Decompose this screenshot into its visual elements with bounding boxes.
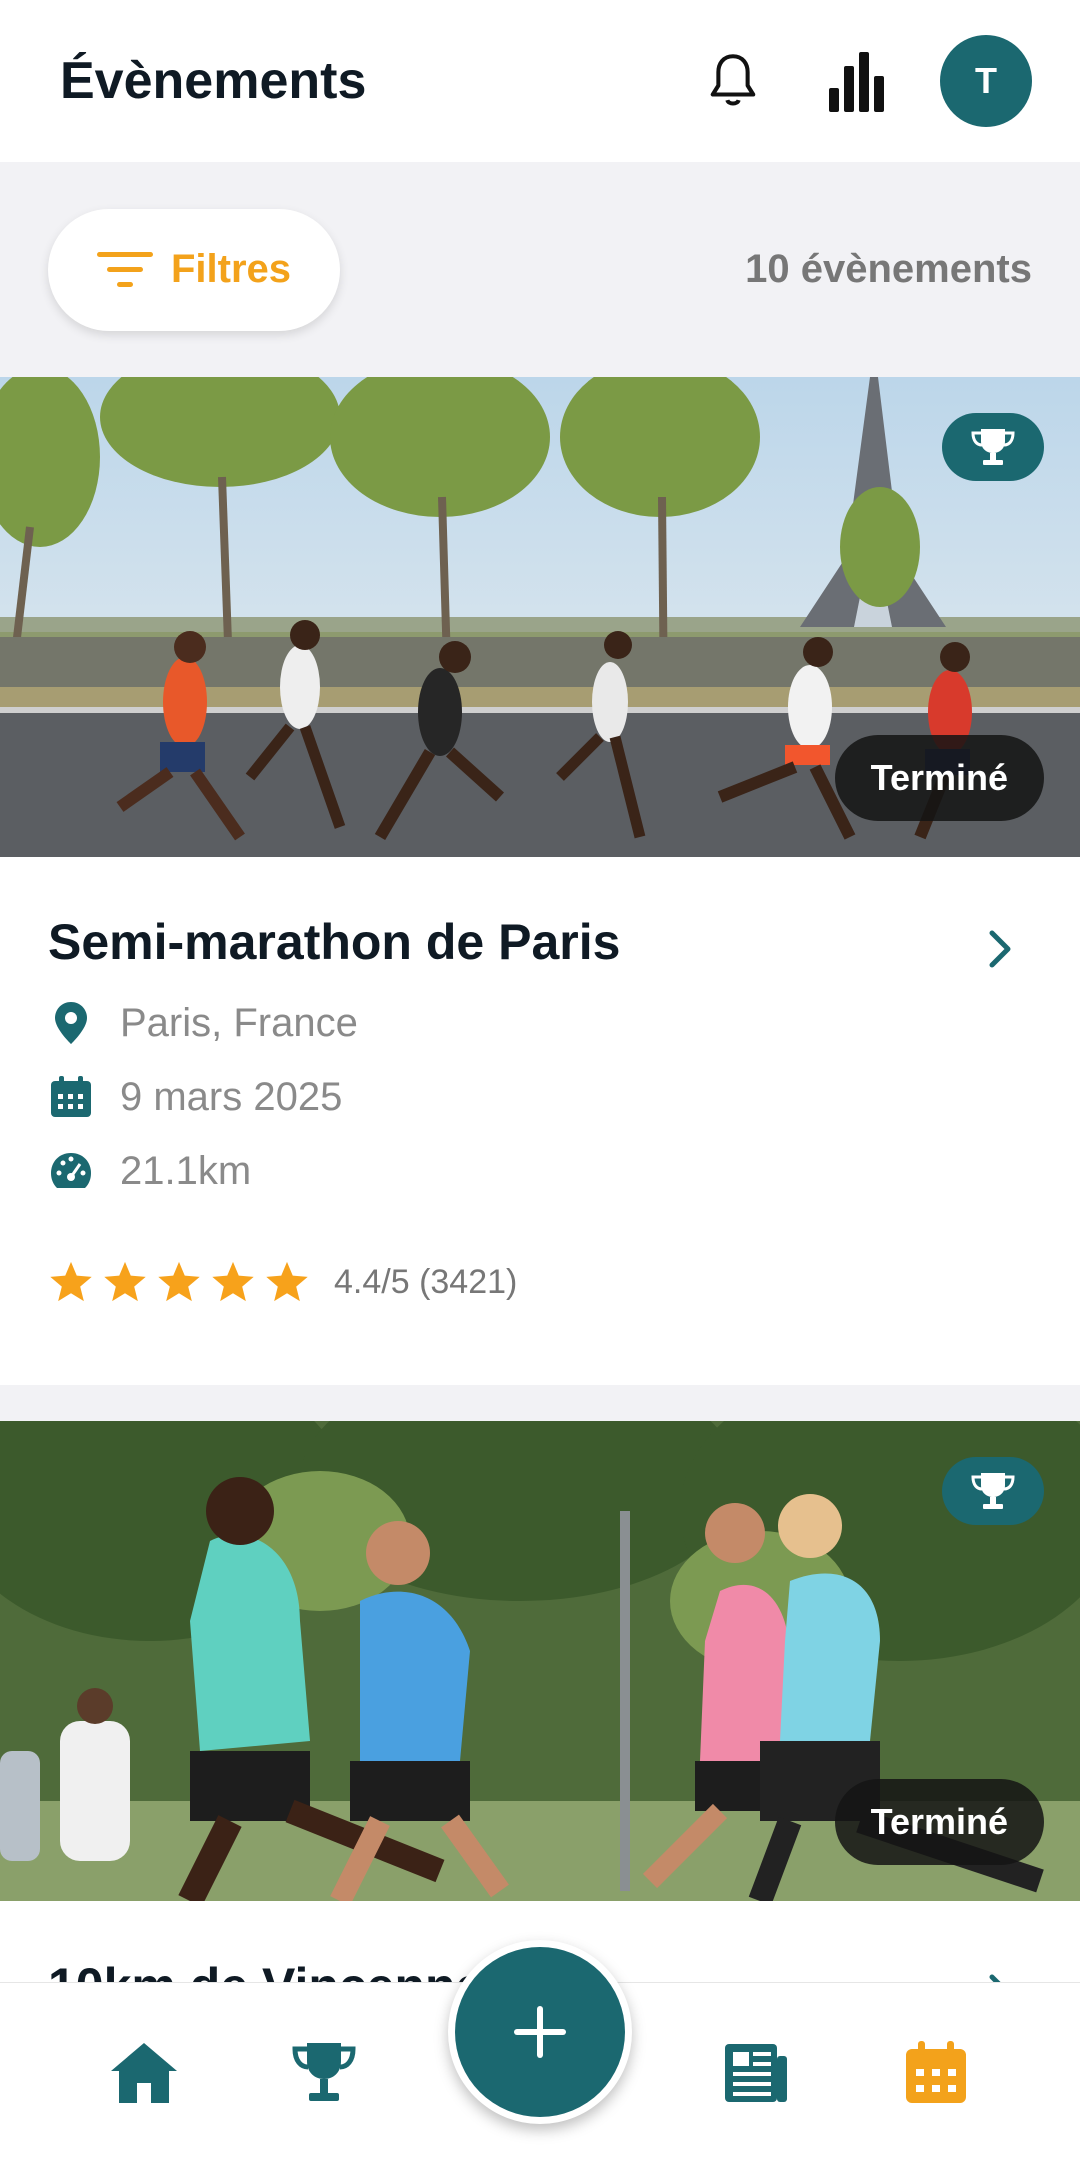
news-icon[interactable] bbox=[716, 2033, 796, 2113]
calendar-icon bbox=[48, 1074, 94, 1120]
star-icon bbox=[50, 1261, 92, 1302]
star-icon bbox=[104, 1261, 146, 1302]
trophy-nav-icon[interactable] bbox=[284, 2033, 364, 2113]
home-icon[interactable] bbox=[104, 2033, 184, 2113]
bell-icon[interactable] bbox=[698, 46, 768, 116]
star-icon bbox=[266, 1261, 308, 1302]
event-location: Paris, France bbox=[120, 1000, 358, 1045]
trophy-badge bbox=[942, 413, 1044, 481]
filter-bar: Filtres 10 évènements bbox=[0, 162, 1080, 377]
event-photo: Terminé bbox=[0, 377, 1080, 857]
status-badge: Terminé bbox=[834, 1779, 1044, 1865]
star-icon bbox=[212, 1261, 254, 1302]
stats-bars-icon[interactable] bbox=[822, 46, 892, 116]
filters-button[interactable]: Filtres bbox=[48, 208, 340, 331]
speedometer-icon bbox=[48, 1148, 94, 1194]
trophy-icon bbox=[971, 429, 1015, 465]
location-pin-icon bbox=[48, 1000, 94, 1046]
calendar-nav-icon[interactable] bbox=[896, 2033, 976, 2113]
chevron-right-icon[interactable] bbox=[988, 929, 1012, 974]
app-header: Évènements T bbox=[0, 0, 1080, 162]
page-title: Évènements bbox=[60, 52, 367, 110]
trophy-badge bbox=[942, 1457, 1044, 1525]
rating: 4.4/5 (3421) bbox=[48, 1259, 1032, 1305]
plus-icon bbox=[514, 2006, 566, 2058]
event-photo: Terminé bbox=[0, 1421, 1080, 1901]
trophy-icon bbox=[971, 1473, 1015, 1509]
rating-text: 4.4/5 (3421) bbox=[334, 1262, 518, 1301]
event-date: 9 mars 2025 bbox=[120, 1074, 343, 1119]
event-title[interactable]: Semi-marathon de Paris bbox=[48, 857, 1032, 971]
star-icon bbox=[158, 1261, 200, 1302]
filter-icon bbox=[96, 251, 153, 287]
event-distance: 21.1km bbox=[120, 1148, 252, 1193]
add-event-button[interactable] bbox=[448, 1940, 632, 2124]
status-badge: Terminé bbox=[834, 735, 1044, 821]
filters-label: Filtres bbox=[170, 247, 292, 291]
avatar[interactable]: T bbox=[940, 35, 1032, 127]
event-card[interactable]: Terminé Semi-marathon de Paris Paris, Fr… bbox=[0, 377, 1080, 1385]
events-count: 10 évènements bbox=[745, 247, 1032, 291]
